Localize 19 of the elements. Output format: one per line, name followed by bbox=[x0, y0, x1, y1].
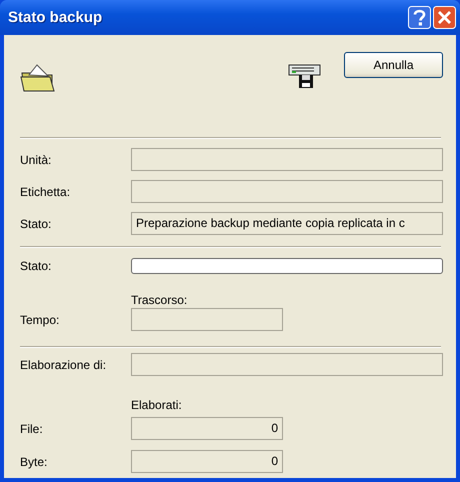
field-label: Etichetta: bbox=[20, 184, 72, 198]
field-label: Byte: bbox=[20, 454, 48, 468]
floppy-drive-icon bbox=[288, 62, 322, 89]
window-title: Stato backup bbox=[8, 9, 102, 26]
help-icon[interactable] bbox=[408, 6, 431, 29]
field-label: File: bbox=[20, 422, 44, 436]
count-field: 0 bbox=[131, 450, 283, 473]
field-label: Stato: bbox=[20, 216, 52, 230]
field-label: Stato: bbox=[20, 259, 52, 273]
field-label: Unità: bbox=[20, 152, 52, 166]
read-only-field: Preparazione backup mediante copia replicata in c bbox=[131, 212, 443, 235]
field-label: Tempo: bbox=[20, 312, 60, 326]
field-label: Elaborazione di: bbox=[20, 358, 108, 372]
close-icon[interactable] bbox=[433, 6, 456, 29]
column-heading: Elaborati: bbox=[131, 397, 183, 413]
count-field: 0 bbox=[131, 417, 283, 440]
column-heading: Trascorso: bbox=[131, 292, 188, 308]
folder-icon bbox=[20, 63, 56, 93]
cancel-button[interactable]: Annulla bbox=[344, 52, 443, 78]
